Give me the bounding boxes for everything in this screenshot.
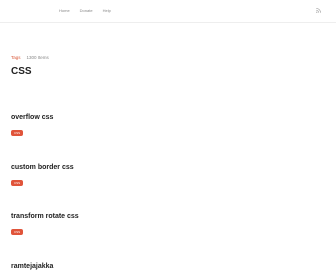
post-title-link[interactable]: overflow css (11, 114, 53, 121)
post-title-link[interactable]: transform rotate css (11, 213, 79, 220)
post-title-link[interactable]: ramtejajakka (11, 263, 53, 270)
post-title-link[interactable]: custom border css (11, 164, 74, 171)
page-title: CSS (11, 66, 32, 77)
nav-donate[interactable]: Donate (80, 8, 93, 13)
post-tag-badge[interactable]: CSS (11, 130, 24, 136)
post-tag-badge[interactable]: CSS (11, 229, 24, 235)
nav-home[interactable]: Home (59, 8, 70, 13)
rss-icon[interactable] (316, 8, 321, 13)
post-item: transform rotate css CSS (11, 213, 79, 238)
top-nav-bar: Home Donate Help (0, 0, 336, 23)
breadcrumb-item-count: 1300 Items (26, 55, 49, 60)
breadcrumb-tags-link[interactable]: Tags (11, 55, 21, 60)
post-item: ramtejajakka (11, 263, 53, 270)
post-tag-badge[interactable]: CSS (11, 180, 24, 186)
post-item: overflow css CSS (11, 114, 53, 139)
nav-help[interactable]: Help (103, 8, 111, 13)
main-nav: Home Donate Help (59, 8, 111, 13)
breadcrumb: Tags 1300 Items (11, 55, 49, 60)
post-item: custom border css CSS (11, 164, 74, 189)
